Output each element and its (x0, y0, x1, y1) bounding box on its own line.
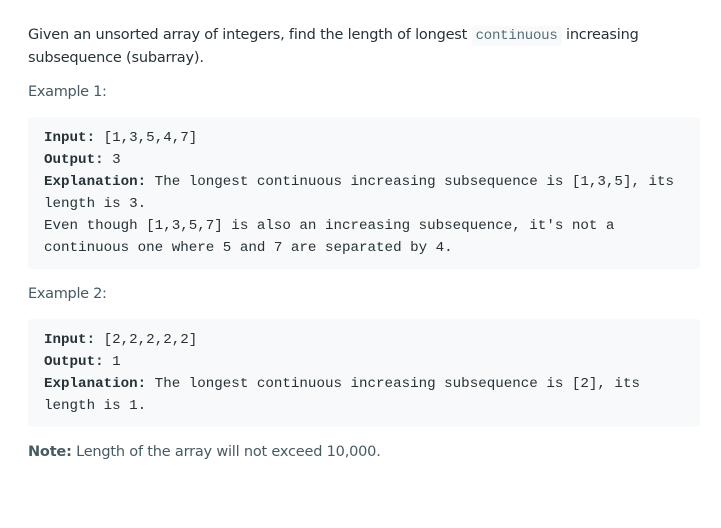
example-1-code: Input: [1,3,5,4,7] Output: 3 Explanation… (28, 117, 700, 269)
example-2-title: Example 2: (28, 286, 107, 302)
input-value: [2,2,2,2,2] (95, 332, 198, 348)
note-text: Length of the array will not exceed 10,0… (71, 444, 381, 460)
intro-text: Given an unsorted array of integers, fin… (28, 27, 472, 43)
output-label: Output: (44, 152, 104, 168)
note: Note: Length of the array will not excee… (28, 441, 700, 463)
inline-code: continuous (471, 26, 562, 46)
input-label: Input: (44, 130, 96, 146)
output-value: 1 (103, 354, 121, 370)
explanation-label: Explanation: (44, 174, 147, 190)
input-label: Input: (44, 332, 96, 348)
example-2-code: Input: [2,2,2,2,2] Output: 1 Explanation… (28, 319, 700, 427)
output-label: Output: (44, 354, 104, 370)
note-label: Note: (28, 444, 72, 460)
problem-intro: Given an unsorted array of integers, fin… (28, 24, 700, 69)
example-1-title: Example 1: (28, 84, 107, 100)
problem-description: Given an unsorted array of integers, fin… (0, 0, 721, 463)
output-value: 3 (103, 152, 121, 168)
explanation-label: Explanation: (44, 376, 147, 392)
input-value: [1,3,5,4,7] (95, 130, 198, 146)
